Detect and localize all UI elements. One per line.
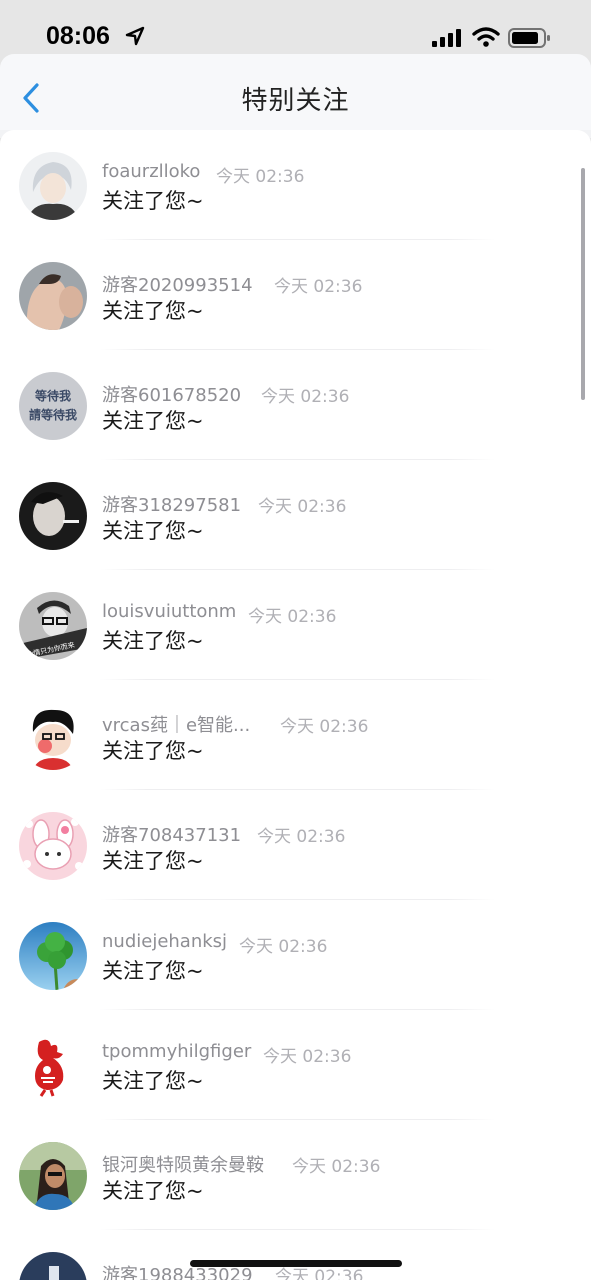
user-name: 游客318297581	[102, 495, 242, 516]
list-item[interactable]: 游客1988433029 今天 02:36	[0, 1230, 591, 1280]
user-name: 游客2020993514	[102, 275, 253, 296]
list-item[interactable]: 游客318297581 今天 02:36 关注了您~	[0, 460, 591, 570]
avatar-caption: 請等待我	[29, 407, 77, 422]
avatar[interactable]: 杂情只为你而来	[19, 592, 87, 660]
avatar[interactable]	[19, 922, 87, 990]
timestamp: 今天 02:36	[216, 167, 305, 187]
avatar[interactable]	[19, 262, 87, 330]
avatar[interactable]	[19, 1252, 87, 1280]
timestamp: 今天 02:36	[258, 497, 347, 517]
notification-message: 关注了您~	[102, 519, 204, 543]
notification-message: 关注了您~	[102, 1179, 204, 1203]
timestamp: 今天 02:36	[261, 387, 350, 407]
user-name: vrcas莼｜e智能...	[102, 715, 251, 736]
home-indicator[interactable]	[190, 1260, 402, 1267]
notification-message: 关注了您~	[102, 739, 204, 763]
cellular-signal-icon	[432, 29, 461, 47]
list-item[interactable]: 游客2020993514 今天 02:36 关注了您~	[0, 240, 591, 350]
wifi-icon	[472, 27, 500, 47]
avatar[interactable]	[19, 482, 87, 550]
notification-message: 关注了您~	[102, 849, 204, 873]
avatar-caption: 等待我	[34, 388, 71, 403]
location-arrow-icon	[125, 26, 145, 46]
page-title: 特别关注	[241, 86, 350, 116]
timestamp: 今天 02:36	[263, 1047, 352, 1067]
user-name: nudiejehanksj	[102, 931, 228, 952]
user-name: 游客708437131	[102, 825, 242, 846]
timestamp: 今天 02:36	[257, 827, 346, 847]
scrollbar[interactable]	[581, 168, 585, 400]
avatar[interactable]	[19, 812, 87, 880]
notification-message: 关注了您~	[102, 629, 204, 653]
user-name: foaurzlloko	[102, 161, 201, 182]
navigation-bar: 特别关注	[0, 54, 591, 130]
list-item[interactable]: 银河奥特陨黄余曼鞍 今天 02:36 关注了您~	[0, 1120, 591, 1230]
notification-message: 关注了您~	[102, 1069, 204, 1093]
list-item[interactable]: nudiejehanksj 今天 02:36 关注了您~	[0, 900, 591, 1010]
avatar[interactable]: 等待我 請等待我	[19, 372, 87, 440]
timestamp: 今天 02:36	[239, 937, 328, 957]
notification-message: 关注了您~	[102, 959, 204, 983]
avatar[interactable]	[19, 1032, 87, 1100]
list-item[interactable]: vrcas莼｜e智能... 今天 02:36 关注了您~	[0, 680, 591, 790]
user-name: 游客601678520	[102, 385, 242, 406]
notification-message: 关注了您~	[102, 299, 204, 323]
list-item[interactable]: 游客708437131 今天 02:36 关注了您~	[0, 790, 591, 900]
notification-message: 关注了您~	[102, 189, 204, 213]
timestamp: 今天 02:36	[274, 277, 363, 297]
user-name: tpommyhilgfiger	[102, 1041, 252, 1062]
avatar[interactable]	[19, 152, 87, 220]
notification-message: 关注了您~	[102, 409, 204, 433]
avatar[interactable]	[19, 1142, 87, 1210]
timestamp: 今天 02:36	[292, 1157, 381, 1177]
follower-list[interactable]: foaurzlloko 今天 02:36 关注了您~ 游客2020993514 …	[0, 130, 591, 1280]
list-item[interactable]: 等待我 請等待我 游客601678520 今天 02:36 关注了您~	[0, 350, 591, 460]
list-item[interactable]: foaurzlloko 今天 02:36 关注了您~	[0, 130, 591, 240]
user-name: louisvuiuttonm	[102, 601, 237, 622]
battery-icon	[508, 28, 550, 48]
status-time: 08:06	[46, 22, 110, 50]
status-bar: 08:06	[0, 0, 591, 54]
timestamp: 今天 02:36	[248, 607, 337, 627]
user-name: 银河奥特陨黄余曼鞍	[102, 1155, 264, 1176]
avatar[interactable]	[19, 702, 87, 770]
list-item[interactable]: 杂情只为你而来 louisvuiuttonm 今天 02:36 关注了您~	[0, 570, 591, 680]
timestamp: 今天 02:36	[280, 717, 369, 737]
list-item[interactable]: tpommyhilgfiger 今天 02:36 关注了您~	[0, 1010, 591, 1120]
